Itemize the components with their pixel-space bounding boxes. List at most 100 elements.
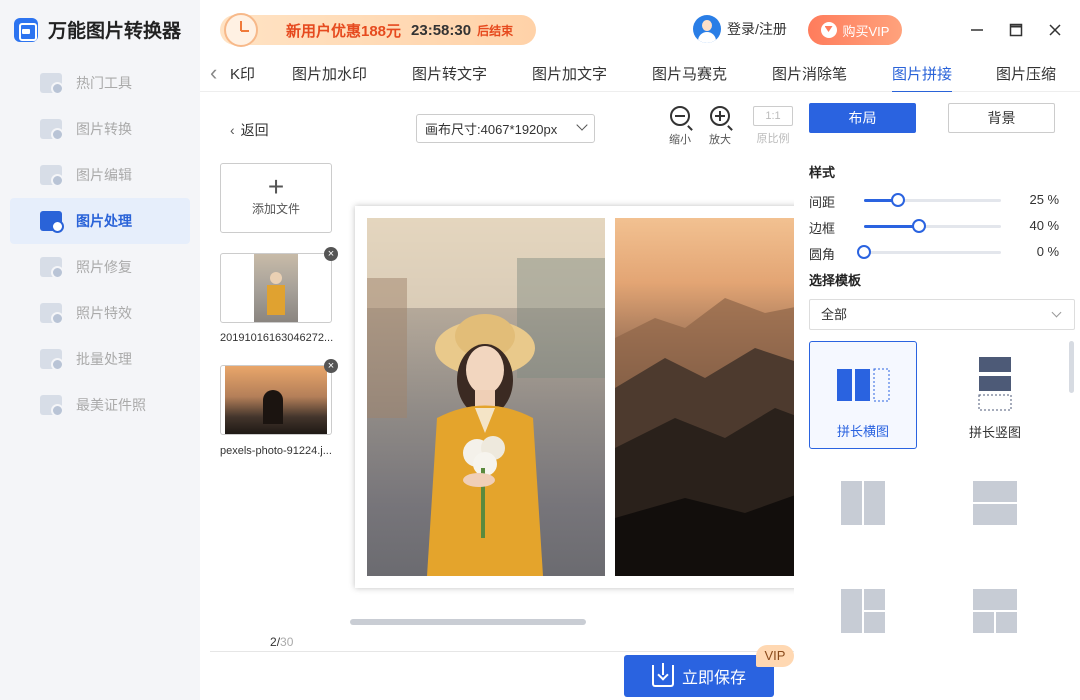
slider-handle[interactable] [891, 193, 906, 207]
download-icon [651, 663, 674, 687]
tab-watermark-removal[interactable]: K印 [230, 63, 255, 84]
id-photo-icon [40, 395, 64, 417]
landscape-image [615, 298, 794, 576]
slider-unit: % [1047, 218, 1059, 233]
slider-value: 25 [1029, 192, 1044, 207]
vertical-stitch-icon [978, 357, 1012, 411]
promo-title: 新用户优惠188元 [286, 22, 402, 40]
app-logo: 万能图片转换器 [14, 16, 181, 43]
slider-unit: % [1047, 244, 1059, 259]
three-grid-icon [841, 589, 885, 633]
photo-effect-icon [40, 303, 64, 325]
sidebar-item-image-process[interactable]: 图片处理 [10, 198, 190, 244]
tab-add-text[interactable]: 图片加文字 [532, 63, 607, 84]
sidebar-item-id-photo[interactable]: 最美证件照 [10, 382, 190, 428]
slider-track[interactable] [864, 193, 1001, 207]
tab-eraser[interactable]: 图片消除笔 [772, 63, 847, 84]
portrait-image [367, 218, 605, 576]
login-button[interactable]: 登录/注册 [693, 15, 787, 43]
tab-add-watermark[interactable]: 图片加水印 [292, 63, 367, 84]
sidebar-item-label: 批量处理 [76, 351, 132, 367]
corner-radius-slider: 圆角 0 % [809, 244, 1059, 262]
settings-panel: 布局 背景 样式 间距 25 % 边框 40 % 圆角 0 % 选择模板 全部 [794, 92, 1080, 700]
buy-vip-label: 购买VIP [842, 23, 890, 39]
promo-countdown: 23:58:30 [411, 21, 472, 39]
sidebar-item-label: 最美证件照 [76, 397, 146, 413]
slider-label: 边框 [809, 221, 836, 236]
minimize-button[interactable] [965, 18, 989, 42]
buy-vip-button[interactable]: 购买VIP [808, 15, 902, 45]
sidebar-item-image-edit[interactable]: 图片编辑 [10, 152, 190, 198]
slider-track[interactable] [857, 245, 1001, 259]
template-label: 拼长横图 [836, 424, 889, 439]
template-label: 拼长竖图 [968, 425, 1021, 440]
template-three-grid-a[interactable] [809, 579, 917, 687]
login-label: 登录/注册 [727, 21, 787, 37]
template-three-grid-b[interactable] [941, 579, 1049, 687]
tab-background[interactable]: 背景 [948, 103, 1055, 133]
template-two-columns[interactable] [809, 471, 917, 579]
sidebar-item-label: 图片编辑 [76, 167, 132, 183]
template-section-title: 选择模板 [809, 273, 862, 288]
tab-image-compress[interactable]: 图片压缩 [996, 63, 1056, 84]
template-grid: 拼长横图 拼长竖图 [809, 341, 1059, 700]
avatar [693, 15, 721, 43]
close-window-button[interactable] [1043, 18, 1067, 42]
slider-label: 圆角 [809, 247, 836, 262]
promo-banner[interactable]: 新用户优惠188元 23:58:30 后结束 [220, 13, 536, 47]
minimize-icon [971, 29, 983, 31]
style-section-title: 样式 [809, 165, 836, 180]
slider-handle[interactable] [857, 245, 871, 259]
sidebar-item-hot-tools[interactable]: 热门工具 [10, 60, 190, 106]
image-edit-icon [40, 165, 64, 187]
template-long-horizontal[interactable]: 拼长横图 [809, 341, 917, 449]
grid-icon [40, 73, 64, 95]
divider [210, 651, 794, 652]
tool-tabs: ‹ K印 图片加水印 图片转文字 图片加文字 图片马赛克 图片消除笔 图片拼接 … [200, 58, 1080, 93]
image-convert-icon [40, 119, 64, 141]
template-filter-select[interactable]: 全部 [809, 299, 1075, 330]
sidebar: 万能图片转换器 热门工具 图片转换 图片编辑 图片处理 照片修复 照片特效 批量… [0, 0, 200, 700]
app-title: 万能图片转换器 [48, 21, 182, 42]
photo-repair-icon [40, 257, 64, 279]
diamond-icon [820, 22, 837, 38]
chevron-left-icon[interactable]: ‹ [210, 60, 217, 86]
stitch-canvas [355, 206, 794, 588]
vertical-scrollbar[interactable] [1069, 341, 1074, 393]
image-process-icon [40, 211, 64, 233]
slider-value: 40 [1029, 218, 1044, 233]
save-now-button[interactable]: 立即保存 [624, 655, 774, 697]
save-now-label: 立即保存 [681, 670, 746, 687]
slider-track[interactable] [864, 219, 1001, 233]
stitched-photo-landscape[interactable] [615, 218, 794, 576]
close-icon [1049, 24, 1061, 36]
sidebar-item-batch[interactable]: 批量处理 [10, 336, 190, 382]
spacing-slider: 间距 25 % [809, 192, 1059, 210]
sidebar-item-label: 热门工具 [76, 75, 132, 91]
three-grid-icon [973, 589, 1017, 633]
tab-layout[interactable]: 布局 [809, 103, 916, 133]
stitched-photo-portrait[interactable] [367, 218, 605, 576]
sidebar-item-label: 图片转换 [76, 121, 132, 137]
border-slider: 边框 40 % [809, 218, 1059, 236]
page-total: 30 [280, 635, 294, 649]
template-two-rows[interactable] [941, 471, 1049, 579]
maximize-button[interactable] [1004, 18, 1028, 42]
slider-fill [864, 225, 919, 228]
template-long-vertical[interactable]: 拼长竖图 [941, 341, 1049, 449]
tab-image-to-text[interactable]: 图片转文字 [412, 63, 487, 84]
sidebar-item-photo-repair[interactable]: 照片修复 [10, 244, 190, 290]
vip-badge: VIP [756, 645, 794, 667]
tab-mosaic[interactable]: 图片马赛克 [652, 63, 727, 84]
horizontal-scrollbar[interactable] [350, 619, 586, 625]
sidebar-item-photo-effect[interactable]: 照片特效 [10, 290, 190, 336]
sidebar-item-image-convert[interactable]: 图片转换 [10, 106, 190, 152]
tab-image-stitch[interactable]: 图片拼接 [892, 63, 953, 93]
sidebar-item-label: 图片处理 [76, 213, 132, 229]
slider-handle[interactable] [911, 219, 926, 233]
sidebar-nav: 热门工具 图片转换 图片编辑 图片处理 照片修复 照片特效 批量处理 最美证件照 [10, 60, 190, 428]
slider-value: 0 [1036, 244, 1044, 259]
sidebar-item-label: 照片修复 [76, 259, 132, 275]
promo-end-label: 后结束 [477, 23, 514, 38]
slider-label: 间距 [809, 195, 836, 210]
